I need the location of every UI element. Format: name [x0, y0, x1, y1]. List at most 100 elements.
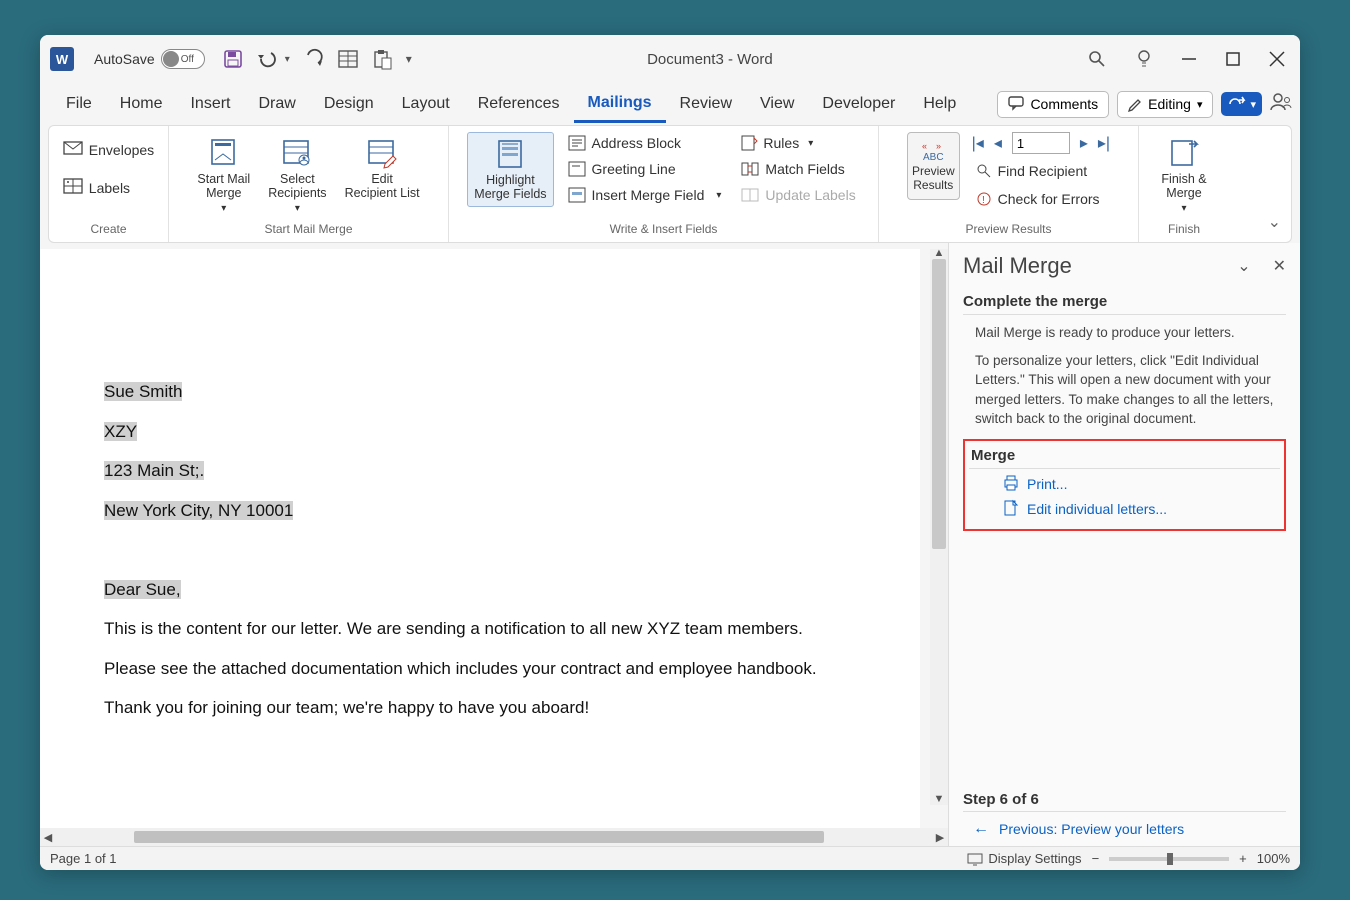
zoom-out-icon[interactable]: − [1092, 851, 1100, 866]
document-title: Document3 - Word [332, 51, 1088, 68]
rules-button[interactable]: Rules▾ [737, 132, 859, 154]
chevron-down-icon: ▾ [1181, 203, 1186, 215]
chevron-down-icon: ▾ [295, 203, 300, 215]
zoom-percent[interactable]: 100% [1257, 851, 1290, 866]
svg-text:ABC: ABC [923, 152, 944, 163]
status-bar: Page 1 of 1 Display Settings − + 100% [40, 846, 1300, 870]
merge-print-link[interactable]: Print... [969, 469, 1280, 494]
body-paragraph: Please see the attached documentation wh… [104, 656, 856, 682]
zoom-slider[interactable] [1109, 857, 1229, 861]
tab-draw[interactable]: Draw [244, 87, 309, 121]
select-recipients-button[interactable]: Select Recipients▾ [262, 132, 332, 218]
mail-merge-pane: Mail Merge ⌄ ✕ Complete the merge Mail M… [948, 243, 1300, 846]
document-area: Sue Smith XZY 123 Main St;. New York Cit… [40, 243, 948, 846]
scroll-right-icon[interactable]: ▶ [932, 831, 948, 844]
account-icon[interactable] [1270, 92, 1292, 117]
comment-icon [1008, 96, 1024, 113]
titlebar-controls [1088, 49, 1290, 69]
close-icon[interactable]: ✕ [1273, 256, 1286, 276]
title-bar: W AutoSave Off ▾ ▾ Document3 - Word [40, 35, 1300, 83]
chevron-down-icon: ▾ [221, 203, 226, 215]
autosave-toggle[interactable]: AutoSave Off [94, 49, 205, 69]
find-recipient-button[interactable]: Find Recipient [972, 160, 1110, 182]
highlight-merge-fields-button[interactable]: Highlight Merge Fields [467, 132, 553, 207]
merge-field-company: XZY [104, 422, 137, 441]
envelope-icon [63, 141, 83, 158]
chevron-down-icon[interactable]: ⌄ [1237, 256, 1250, 276]
merge-field-street: 123 Main St;. [104, 461, 204, 480]
scroll-thumb[interactable] [134, 831, 824, 843]
maximize-icon[interactable] [1226, 52, 1240, 66]
edit-recipient-list-button[interactable]: Edit Recipient List [339, 132, 426, 205]
tab-review[interactable]: Review [666, 87, 746, 121]
insert-merge-field-button[interactable]: Insert Merge Field ▾ [564, 184, 726, 206]
display-settings-button[interactable]: Display Settings [967, 851, 1081, 866]
tab-file[interactable]: File [52, 87, 106, 121]
prev-record-icon[interactable]: ◂ [994, 133, 1002, 153]
chevron-down-icon: ▾ [1197, 98, 1203, 111]
lightbulb-icon[interactable] [1136, 49, 1152, 69]
start-mail-merge-button[interactable]: Start Mail Merge▾ [191, 132, 256, 218]
document-page[interactable]: Sue Smith XZY 123 Main St;. New York Cit… [40, 249, 920, 846]
svg-text:»: » [936, 141, 941, 151]
pane-text: To personalize your letters, click "Edit… [963, 351, 1286, 429]
check-errors-button[interactable]: ! Check for Errors [972, 188, 1110, 210]
tab-design[interactable]: Design [310, 87, 388, 121]
envelopes-button[interactable]: Envelopes [59, 138, 158, 161]
match-fields-button[interactable]: Match Fields [737, 158, 859, 180]
zoom-in-icon[interactable]: + [1239, 851, 1247, 866]
comments-button[interactable]: Comments [997, 91, 1109, 118]
undo-dropdown-icon[interactable]: ▾ [285, 54, 290, 65]
pane-title: Mail Merge [963, 253, 1072, 279]
group-label: Write & Insert Fields [610, 220, 718, 240]
group-label: Preview Results [965, 220, 1051, 240]
scroll-left-icon[interactable]: ◀ [40, 831, 56, 844]
undo-icon[interactable] [257, 49, 279, 69]
greeting-line-button[interactable]: Greeting Line [564, 158, 726, 180]
search-icon[interactable] [1088, 50, 1106, 68]
next-record-icon[interactable]: ▸ [1080, 133, 1088, 153]
autosave-label: AutoSave [94, 51, 155, 67]
tab-mailings[interactable]: Mailings [574, 86, 666, 123]
tab-help[interactable]: Help [909, 87, 970, 121]
tab-layout[interactable]: Layout [388, 87, 464, 121]
finish-merge-button[interactable]: Finish & Merge▾ [1155, 132, 1212, 218]
ribbon-tabs: File Home Insert Draw Design Layout Refe… [40, 83, 1300, 125]
scroll-down-icon[interactable]: ▼ [932, 793, 946, 807]
minimize-icon[interactable] [1182, 52, 1196, 66]
preview-results-button[interactable]: «»ABC Preview Results [907, 132, 960, 200]
arrow-left-icon: ← [973, 820, 989, 838]
vertical-scrollbar[interactable]: ▲ ▼ [930, 249, 948, 805]
last-record-icon[interactable]: ▸| [1098, 133, 1110, 153]
word-app-icon: W [50, 47, 74, 71]
chevron-down-icon: ▾ [1250, 98, 1256, 111]
first-record-icon[interactable]: |◂ [972, 133, 984, 153]
tab-references[interactable]: References [464, 87, 574, 121]
tab-developer[interactable]: Developer [808, 87, 909, 121]
close-icon[interactable] [1270, 52, 1284, 66]
document-icon [1003, 500, 1019, 519]
tab-insert[interactable]: Insert [176, 87, 244, 121]
record-navigation: |◂ ◂ ▸ ▸| [972, 132, 1110, 154]
toggle-switch[interactable]: Off [161, 49, 205, 69]
horizontal-scrollbar[interactable]: ◀ ▶ [40, 828, 948, 846]
tab-home[interactable]: Home [106, 87, 177, 121]
save-icon[interactable] [223, 49, 243, 69]
tab-view[interactable]: View [746, 87, 808, 121]
share-button[interactable]: ▾ [1221, 92, 1262, 116]
address-block-button[interactable]: Address Block [564, 132, 726, 154]
previous-step-link[interactable]: ← Previous: Preview your letters [963, 820, 1286, 838]
workspace: Sue Smith XZY 123 Main St;. New York Cit… [40, 243, 1300, 846]
scroll-thumb[interactable] [932, 259, 946, 549]
group-label: Create [90, 220, 126, 240]
update-labels-button: Update Labels [737, 184, 859, 206]
page-indicator[interactable]: Page 1 of 1 [50, 851, 117, 866]
comments-label: Comments [1030, 96, 1098, 112]
record-number-input[interactable] [1012, 132, 1070, 154]
pane-section-heading: Complete the merge [963, 293, 1286, 315]
merge-edit-letters-link[interactable]: Edit individual letters... [969, 494, 1280, 519]
editing-mode-button[interactable]: Editing ▾ [1117, 91, 1213, 118]
redo-icon[interactable] [304, 49, 324, 69]
collapse-ribbon-icon[interactable]: ⌄ [1268, 212, 1281, 232]
labels-button[interactable]: Labels [59, 175, 134, 200]
